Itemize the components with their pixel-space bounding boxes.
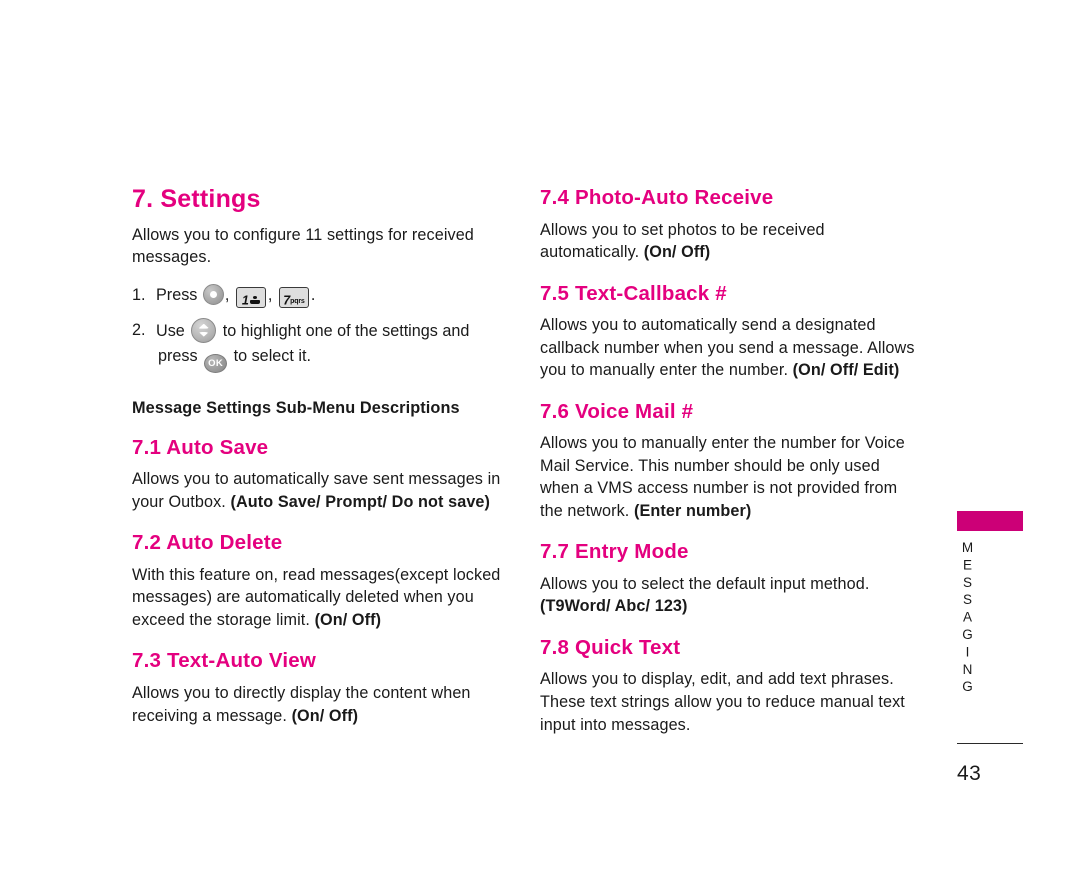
step-2-press-word: press bbox=[158, 346, 198, 365]
key-7-letters: pqrs bbox=[290, 297, 305, 305]
section-body-7-8: Allows you to display, edit, and add tex… bbox=[540, 668, 918, 736]
step-2-line-b: press OK to select it. bbox=[156, 344, 504, 373]
menu-key-icon bbox=[202, 283, 224, 305]
section-options: (On/ Off) bbox=[643, 243, 711, 262]
section-options: (Auto Save/ Prompt/ Do not save) bbox=[230, 492, 491, 511]
step-2-line-a: Use to highlight one of the settings and bbox=[156, 317, 504, 344]
step-2-mid: to highlight one of the settings and bbox=[222, 321, 470, 340]
voicemail-glyph-icon bbox=[249, 296, 260, 305]
ok-key-icon: OK bbox=[204, 353, 228, 373]
section-body-7-1: Allows you to automatically save sent me… bbox=[132, 468, 504, 513]
comma-1: , bbox=[224, 285, 230, 304]
step-1-lead: Press bbox=[156, 285, 198, 304]
page-number: 43 bbox=[957, 762, 982, 785]
section-body-7-5: Allows you to automatically send a desig… bbox=[540, 314, 918, 382]
section-options: (On/ Off/ Edit) bbox=[792, 361, 900, 380]
navigation-key-icon bbox=[191, 317, 217, 343]
chevron-up-icon bbox=[198, 323, 210, 329]
section-body-7-2: With this feature on, read messages(exce… bbox=[132, 564, 504, 632]
left-column: 7. Settings Allows you to configure 11 s… bbox=[132, 185, 504, 733]
chapter-title: 7. Settings bbox=[132, 185, 261, 213]
section-options: (T9Word/ Abc/ 123) bbox=[540, 597, 688, 616]
step-1-trail: . bbox=[310, 285, 316, 304]
step-number: 1. bbox=[132, 285, 146, 304]
section-title-7-3: 7.3 Text-Auto View bbox=[132, 649, 316, 673]
step-number: 2. bbox=[132, 320, 146, 339]
section-options: (Enter number) bbox=[633, 501, 752, 520]
section-options: (On/ Off) bbox=[314, 610, 382, 629]
section-title-7-1: 7.1 Auto Save bbox=[132, 435, 269, 459]
key-1-icon: 1 bbox=[235, 286, 266, 308]
step-item-1: 1. Press , 1, 7pqrs. bbox=[132, 283, 504, 308]
section-body-7-3: Allows you to directly display the conte… bbox=[132, 682, 504, 727]
page-number-rule bbox=[957, 743, 1023, 744]
chapter-side-label: MESSAGING bbox=[960, 540, 975, 697]
section-title-7-7: 7.7 Entry Mode bbox=[540, 540, 689, 564]
steps-list: 1. Press , 1, 7pqrs. 2. Use to highlight… bbox=[132, 283, 504, 373]
manual-page: 7. Settings Allows you to configure 11 s… bbox=[0, 0, 1080, 896]
section-options: (On/ Off) bbox=[291, 706, 359, 725]
step-1-line: Press , 1, 7pqrs. bbox=[156, 283, 504, 308]
section-title-7-5: 7.5 Text-Callback # bbox=[540, 281, 727, 305]
step-item-2: 2. Use to highlight one of the settings … bbox=[132, 317, 504, 373]
section-body-text: Allows you to display, edit, and add tex… bbox=[540, 670, 905, 734]
section-title-7-4: 7.4 Photo-Auto Receive bbox=[540, 186, 774, 209]
section-body-text: Allows you to select the default input m… bbox=[540, 574, 870, 593]
step-2-trail: to select it. bbox=[233, 346, 311, 365]
step-2-lead: Use bbox=[156, 321, 185, 340]
section-body-7-4: Allows you to set photos to be received … bbox=[540, 219, 918, 264]
section-title-7-6: 7.6 Voice Mail # bbox=[540, 399, 694, 423]
section-body-7-7: Allows you to select the default input m… bbox=[540, 573, 918, 618]
key-1-digit: 1 bbox=[241, 293, 249, 308]
chevron-down-icon bbox=[198, 331, 210, 337]
section-title-7-2: 7.2 Auto Delete bbox=[132, 531, 283, 555]
chapter-intro: Allows you to configure 11 settings for … bbox=[132, 225, 474, 267]
right-column: 7.4 Photo-Auto Receive Allows you to set… bbox=[540, 186, 918, 742]
section-title-7-8: 7.8 Quick Text bbox=[540, 635, 681, 659]
comma-2: , bbox=[267, 285, 273, 304]
section-body-7-6: Allows you to manually enter the number … bbox=[540, 432, 918, 522]
submenu-subheading: Message Settings Sub-Menu Descriptions bbox=[132, 398, 460, 417]
key-7-icon: 7pqrs bbox=[278, 286, 309, 308]
chapter-thumb-tab bbox=[957, 511, 1023, 531]
